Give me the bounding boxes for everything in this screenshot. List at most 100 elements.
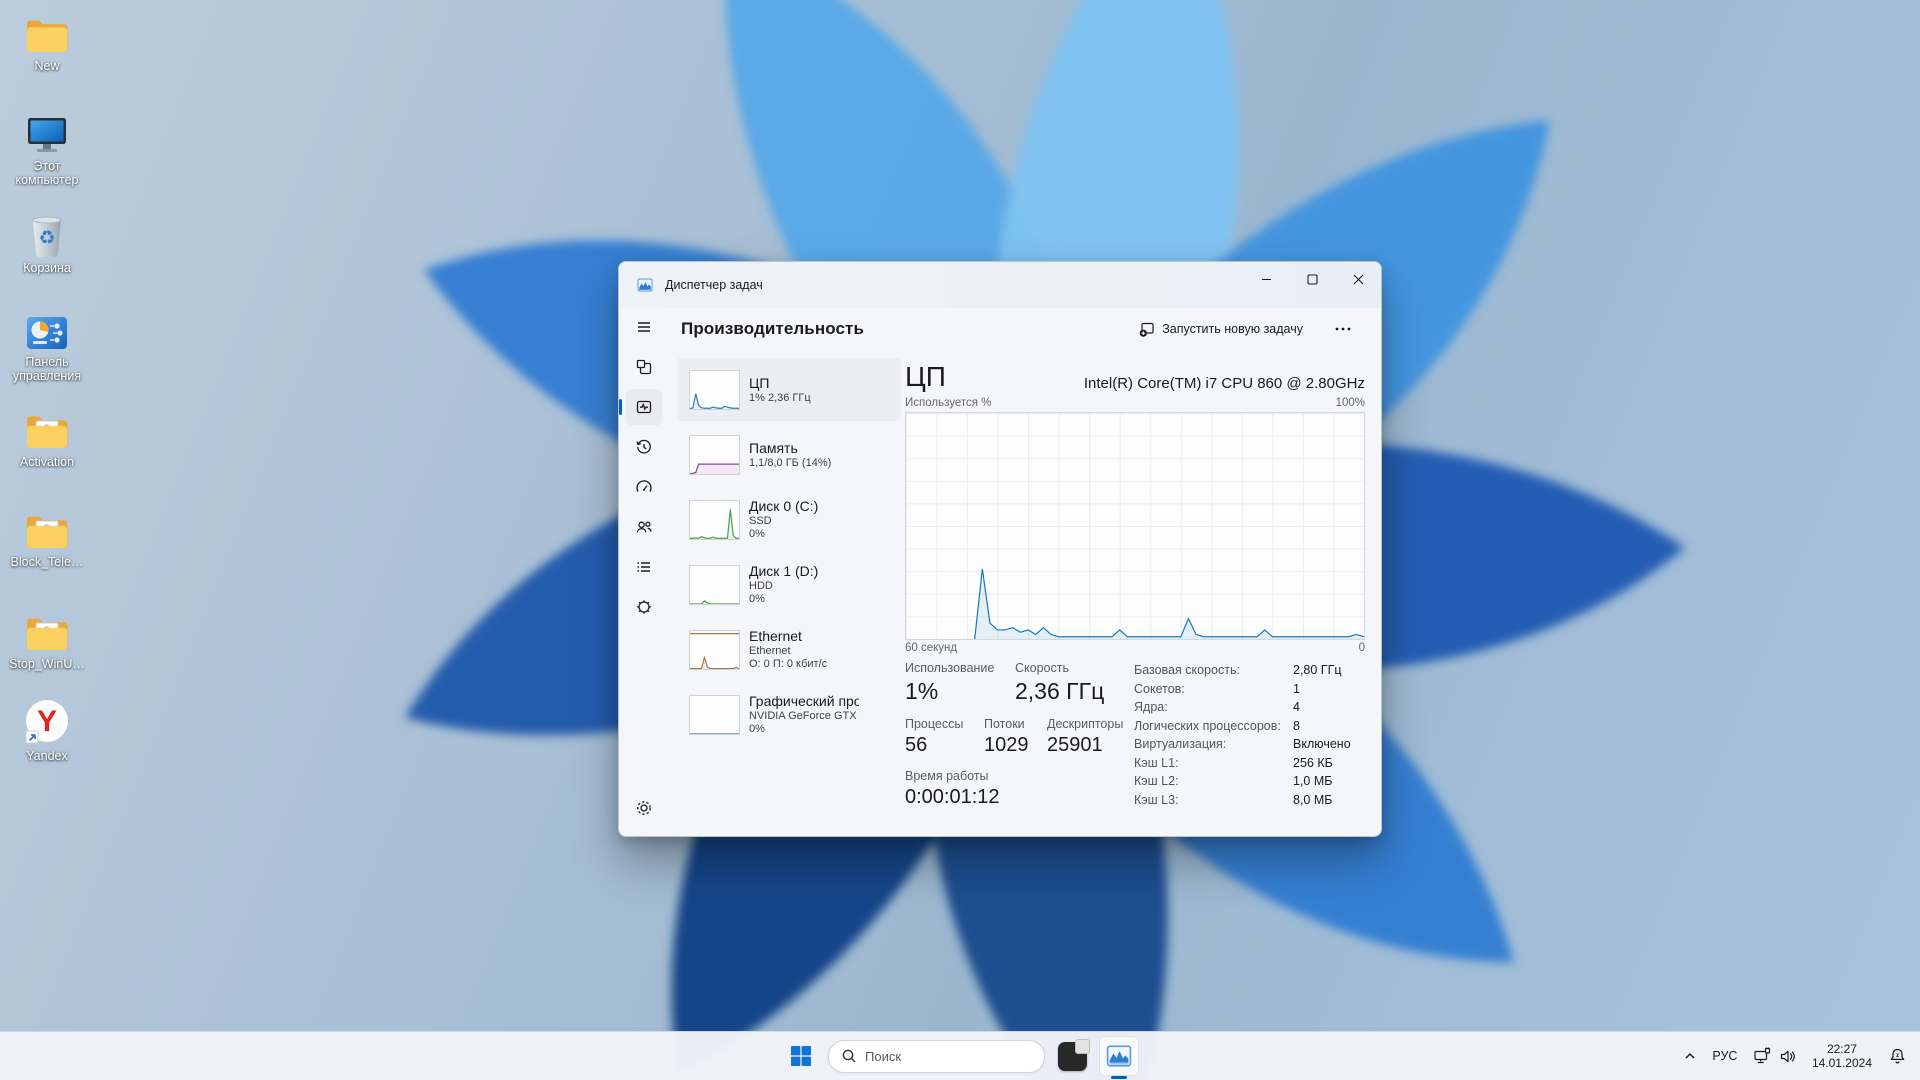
spec-value: Включено: [1293, 736, 1351, 755]
chevron-up-icon: [1684, 1050, 1696, 1062]
taskbar-clock[interactable]: 22:27 14.01.2024: [1804, 1036, 1880, 1076]
navigation-sidebar: [619, 308, 669, 836]
sidebar-item-users[interactable]: [626, 509, 662, 545]
desktop-icon-control-panel[interactable]: Панель управления: [4, 306, 90, 383]
cpu-usage-graph[interactable]: [905, 412, 1365, 640]
spec-value: 8: [1293, 718, 1351, 737]
graph-y-label: Используется %: [905, 397, 991, 409]
spec-value: 4: [1293, 699, 1351, 718]
list-item-subtitle: HDD: [749, 580, 859, 593]
graph-y-max: 100%: [1336, 397, 1365, 409]
disk1-mini-graph: [689, 565, 740, 605]
gauge-icon: [634, 477, 654, 497]
close-button[interactable]: [1335, 262, 1381, 296]
desktop-icon-label: Activation: [20, 455, 74, 469]
ethernet-mini-graph: [689, 630, 740, 670]
taskbar-app-task-manager[interactable]: [1099, 1036, 1139, 1076]
svg-text:♻: ♻: [38, 228, 55, 249]
desktop-icon-yandex[interactable]: Y Yandex: [4, 700, 90, 763]
gpu-mini-graph: [689, 695, 740, 735]
handles-label: Дескрипторы: [1047, 716, 1123, 732]
run-new-task-icon: [1138, 321, 1155, 338]
desktop: New Этот компьютер ♻ Корзина Панель упра…: [0, 0, 1920, 1080]
list-item-disk1[interactable]: Диск 1 (D:)HDD0%: [677, 553, 901, 616]
spec-label: Кэш L3:: [1134, 792, 1293, 811]
uptime-label: Время работы: [905, 768, 1133, 784]
network-volume-button[interactable]: [1746, 1036, 1804, 1076]
list-item-title: ЦП: [749, 375, 859, 392]
control-panel-icon: [24, 306, 70, 352]
users-icon: [634, 517, 654, 537]
taskbar-app-dark[interactable]: [1052, 1036, 1092, 1076]
run-new-task-button[interactable]: Запустить новую задачу: [1130, 315, 1311, 344]
window-titlebar[interactable]: Диспетчер задач: [619, 262, 1381, 308]
sidebar-settings-button[interactable]: [626, 790, 662, 826]
spec-value: 1,0 МБ: [1293, 773, 1351, 792]
task-manager-window: Диспетчер задач: [618, 261, 1382, 837]
folder-files-icon: [24, 608, 70, 654]
memory-mini-graph: [689, 435, 740, 475]
cpu-mini-graph: [689, 370, 740, 410]
desktop-icon-block-tele[interactable]: Block_Tele…: [4, 506, 90, 569]
uptime-value: 0:00:01:12: [905, 784, 1133, 810]
list-item-subtitle: SSD: [749, 515, 859, 528]
spec-label: Базовая скорость:: [1134, 662, 1293, 681]
language-indicator[interactable]: РУС: [1704, 1036, 1746, 1076]
desktop-icon-new[interactable]: New: [4, 10, 90, 73]
desktop-icon-label: Yandex: [26, 749, 67, 763]
sidebar-item-details[interactable]: [626, 549, 662, 585]
selected-indicator: [619, 399, 622, 415]
task-manager-icon: [1106, 1043, 1132, 1069]
desktop-icon-label: Block_Tele…: [11, 555, 84, 569]
taskbar: Поиск РУС 22:27 14.01.2024 z: [0, 1031, 1920, 1080]
list-item-subtitle: 1% 2,36 ГГц: [749, 392, 859, 405]
list-item-gpu[interactable]: Графический процессорNVIDIA GeForce GTX …: [677, 683, 901, 746]
yandex-browser-icon: Y: [23, 700, 71, 746]
processes-icon: [634, 357, 654, 377]
page-header: Производительность Запустить новую задач…: [669, 308, 1381, 350]
sidebar-item-performance[interactable]: [626, 389, 662, 425]
list-item-subtitle2: 0%: [749, 528, 859, 541]
desktop-icon-stop-winupdate[interactable]: Stop_WinU…: [4, 608, 90, 671]
sidebar-item-processes[interactable]: [626, 349, 662, 385]
search-input[interactable]: Поиск: [828, 1040, 1045, 1073]
desktop-icon-label: Корзина: [23, 261, 71, 275]
spec-value: 2,80 ГГц: [1293, 662, 1351, 681]
notification-center-button[interactable]: z: [1880, 1036, 1914, 1076]
processes-label: Процессы: [905, 716, 984, 732]
desktop-icon-recycle-bin[interactable]: ♻ Корзина: [4, 212, 90, 275]
list-item-subtitle: Ethernet: [749, 645, 859, 658]
minimize-button[interactable]: [1243, 262, 1289, 296]
list-item-subtitle2: 0%: [749, 593, 859, 606]
window-body: Производительность Запустить новую задач…: [619, 308, 1381, 836]
list-item-ethernet[interactable]: EthernetEthernetО: 0 П: 0 кбит/с: [677, 618, 901, 681]
tray-time: 22:27: [1827, 1042, 1857, 1057]
start-button[interactable]: [781, 1036, 821, 1076]
list-item-title: Диск 1 (D:): [749, 563, 859, 580]
desktop-icon-this-pc[interactable]: Этот компьютер: [4, 110, 90, 187]
sidebar-item-app-history[interactable]: [626, 429, 662, 465]
cpu-spec-table: Базовая скорость:2,80 ГГц Сокетов:1 Ядра…: [1134, 662, 1351, 810]
network-icon: [1753, 1047, 1771, 1065]
sidebar-item-startup-apps[interactable]: [626, 469, 662, 505]
dark-app-icon: [1058, 1042, 1087, 1071]
sidebar-item-services[interactable]: [626, 589, 662, 625]
sidebar-menu-button[interactable]: [626, 309, 662, 345]
folder-files-icon: [24, 406, 70, 452]
tray-overflow-button[interactable]: [1676, 1036, 1704, 1076]
folder-icon: [24, 10, 70, 56]
more-options-button[interactable]: [1327, 321, 1359, 337]
spec-label: Виртуализация:: [1134, 736, 1293, 755]
cpu-device-name: Intel(R) Core(TM) i7 CPU 860 @ 2.80GHz: [1084, 375, 1365, 392]
maximize-button[interactable]: [1289, 262, 1335, 296]
handles-value: 25901: [1047, 732, 1123, 758]
list-item-disk0[interactable]: Диск 0 (C:)SSD0%: [677, 488, 901, 551]
list-item-cpu[interactable]: ЦП1% 2,36 ГГц: [677, 358, 901, 421]
list-item-title: Память: [749, 440, 859, 457]
list-item-subtitle: 1,1/8,0 ГБ (14%): [749, 457, 859, 470]
list-item-subtitle2: О: 0 П: 0 кбит/с: [749, 658, 859, 671]
list-item-memory[interactable]: Память1,1/8,0 ГБ (14%): [677, 423, 901, 486]
tray-date: 14.01.2024: [1812, 1056, 1872, 1071]
desktop-icon-activation[interactable]: Activation: [4, 406, 90, 469]
list-item-title: Диск 0 (C:): [749, 498, 859, 515]
